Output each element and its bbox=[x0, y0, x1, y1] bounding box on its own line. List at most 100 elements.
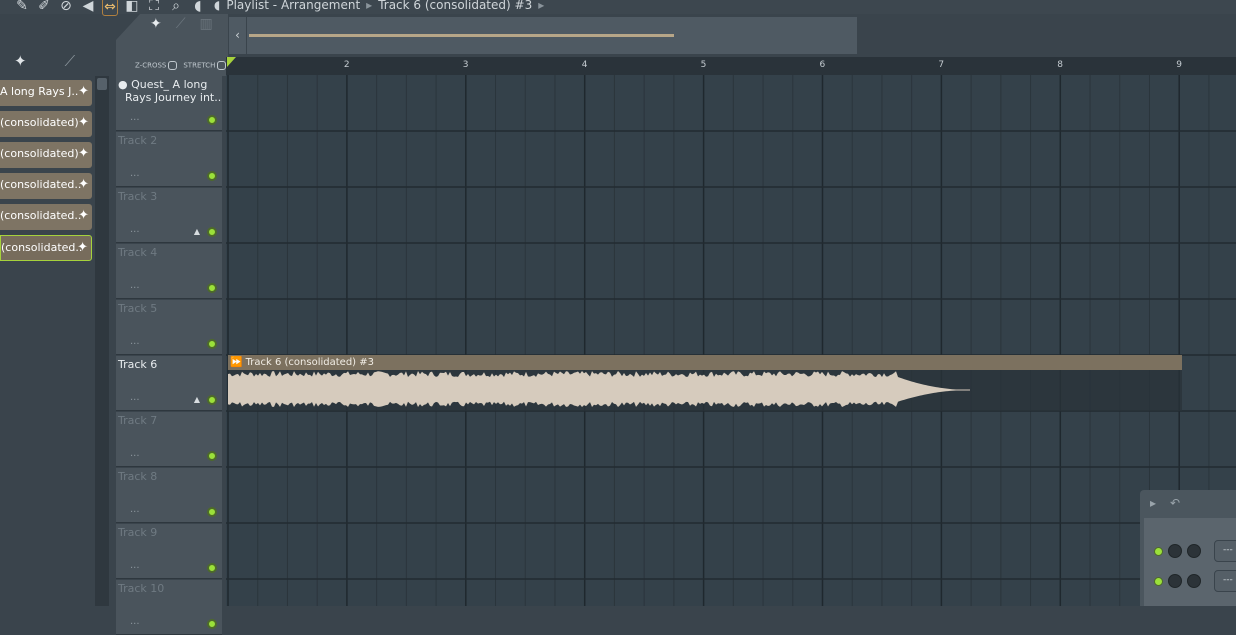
bar-number[interactable]: 2 bbox=[344, 60, 350, 70]
picker-clip-label: (consolidated) bbox=[0, 147, 79, 160]
track-options[interactable]: ... bbox=[130, 616, 140, 627]
track-name: Track 5 bbox=[118, 302, 158, 315]
track-options[interactable]: ... bbox=[130, 392, 140, 403]
track-options[interactable]: ... bbox=[130, 112, 140, 123]
bar-number[interactable]: 9 bbox=[1176, 60, 1182, 70]
effect-slot[interactable]: --- bbox=[1214, 540, 1236, 562]
track-mute-led[interactable] bbox=[207, 395, 217, 405]
track-mute-led[interactable] bbox=[207, 451, 217, 461]
track-header[interactable]: Track 7... bbox=[116, 412, 222, 467]
bar-number[interactable]: 3 bbox=[463, 60, 469, 70]
track-name: Track 3 bbox=[118, 190, 158, 203]
undo-icon[interactable]: ↶ bbox=[1170, 496, 1180, 510]
track-header[interactable]: ● Quest_ A long Rays Journey int..... bbox=[116, 76, 222, 131]
select-icon[interactable]: ⛶ bbox=[146, 0, 162, 16]
track-header[interactable]: Track 6... ▲ bbox=[116, 356, 222, 411]
breadcrumb-arrow-icon[interactable]: ▸ bbox=[538, 0, 544, 12]
track-options[interactable]: ... bbox=[130, 224, 140, 235]
audio-clip-icon[interactable]: ✦ bbox=[14, 52, 27, 70]
audio-clip-icon: ✦ bbox=[78, 115, 89, 130]
collapse-arrow-icon[interactable]: ▲ bbox=[194, 227, 200, 236]
track-header[interactable]: Track 3... ▲ bbox=[116, 188, 222, 243]
track-options[interactable]: ... bbox=[130, 280, 140, 291]
track-mute-led[interactable] bbox=[207, 227, 217, 237]
breadcrumb-arrow-icon: ▸ bbox=[366, 0, 373, 12]
mixer-row: --- bbox=[1154, 570, 1236, 592]
track-mute-led[interactable] bbox=[207, 563, 217, 573]
bar-number[interactable]: 6 bbox=[820, 60, 826, 70]
picker-clip[interactable]: (consolidated.. ✦ bbox=[0, 235, 92, 261]
stretch-label: STRETCH bbox=[183, 61, 216, 70]
timeline-ruler[interactable]: 2 3 4 5 6 7 8 9 bbox=[226, 57, 1236, 75]
scrollbar-thumb[interactable] bbox=[97, 78, 107, 90]
track-mute-led[interactable] bbox=[207, 115, 217, 125]
audio-clip-icon[interactable]: ✦ bbox=[150, 16, 162, 32]
mixer-slots: --- --- bbox=[1144, 518, 1236, 606]
chevron-left-icon[interactable]: ‹ bbox=[229, 17, 247, 54]
track-options[interactable]: ... bbox=[130, 448, 140, 459]
slot-led[interactable] bbox=[1154, 546, 1163, 556]
track-name: Track 10 bbox=[118, 582, 165, 595]
stretch-toggle[interactable]: STRETCH bbox=[183, 61, 227, 70]
track-mute-led[interactable] bbox=[207, 339, 217, 349]
audio-clip-icon: ✦ bbox=[78, 208, 89, 223]
playhead-marker-icon[interactable] bbox=[227, 57, 239, 69]
picker-clip[interactable]: A long Rays J.. ✦ bbox=[0, 80, 92, 106]
track-header[interactable]: Track 8... bbox=[116, 468, 222, 523]
clip-body[interactable] bbox=[228, 370, 1182, 411]
collapse-arrow-icon[interactable]: ▲ bbox=[194, 395, 200, 404]
slip-icon[interactable]: ⇔ bbox=[102, 0, 118, 16]
track-name: Track 2 bbox=[118, 134, 158, 147]
clip-header[interactable]: ⏩ Track 6 (consolidated) #3 bbox=[228, 355, 1182, 370]
clip-arrow-icon: ⏩ bbox=[230, 357, 246, 368]
bar-number[interactable]: 5 bbox=[701, 60, 707, 70]
track-mute-led[interactable] bbox=[207, 283, 217, 293]
clip-options: Z-CROSS STRETCH bbox=[135, 61, 227, 70]
zcross-checkbox[interactable] bbox=[168, 61, 178, 70]
slice-icon[interactable]: ◧ bbox=[124, 0, 140, 16]
playlist-overview[interactable]: ‹ bbox=[228, 16, 858, 55]
picker-clip-label: (consolidated.. bbox=[0, 209, 82, 222]
volume-knob[interactable] bbox=[1187, 574, 1201, 588]
track-name: Track 8 bbox=[118, 470, 158, 483]
track-header[interactable]: Track 2... bbox=[116, 132, 222, 187]
bar-number[interactable]: 7 bbox=[938, 60, 944, 70]
zcross-toggle[interactable]: Z-CROSS bbox=[135, 61, 178, 70]
automation-icon[interactable]: ⟋ bbox=[65, 52, 76, 70]
track-mute-led[interactable] bbox=[207, 171, 217, 181]
automation-icon[interactable]: ⟋ bbox=[176, 16, 186, 32]
picker-clip[interactable]: (consolidated) ✦ bbox=[0, 111, 92, 137]
track-mute-led[interactable] bbox=[207, 507, 217, 517]
picker-clip[interactable]: (consolidated.. ✦ bbox=[0, 173, 92, 199]
track-options[interactable]: ... bbox=[130, 168, 140, 179]
picker-clip-label: (consolidated.. bbox=[1, 241, 83, 254]
zoom-icon[interactable]: ⌕ bbox=[168, 0, 184, 16]
slot-led[interactable] bbox=[1154, 576, 1163, 586]
track-mute-led[interactable] bbox=[207, 619, 217, 629]
pan-knob[interactable] bbox=[1168, 544, 1182, 558]
effect-slot[interactable]: --- bbox=[1214, 570, 1236, 592]
track-header[interactable]: Track 5... bbox=[116, 300, 222, 355]
piano-icon[interactable]: ▥ bbox=[200, 16, 213, 32]
bar-number[interactable]: 4 bbox=[582, 60, 588, 70]
playlist-grid[interactable] bbox=[226, 75, 1236, 606]
playback-icon[interactable]: ◖ bbox=[190, 0, 206, 16]
track-options[interactable]: ... bbox=[130, 504, 140, 515]
picker-clip[interactable]: (consolidated) ✦ bbox=[0, 142, 92, 168]
track-options[interactable]: ... bbox=[130, 560, 140, 571]
overview-scroll-bar[interactable] bbox=[249, 34, 674, 37]
bar-number[interactable]: 8 bbox=[1057, 60, 1063, 70]
track-options[interactable]: ... bbox=[130, 336, 140, 347]
track-header[interactable]: Track 10... bbox=[116, 580, 222, 635]
audio-clip[interactable]: ⏩ Track 6 (consolidated) #3 bbox=[228, 355, 1182, 411]
track-header[interactable]: Track 4... bbox=[116, 244, 222, 299]
track-header[interactable]: Track 9... bbox=[116, 524, 222, 579]
info-icon: ● bbox=[118, 78, 132, 91]
play-arrow-icon[interactable]: ▸ bbox=[1150, 496, 1156, 510]
picker-clip[interactable]: (consolidated.. ✦ bbox=[0, 204, 92, 230]
track-name: Track 6 bbox=[118, 358, 158, 371]
clip-waveform bbox=[228, 371, 970, 408]
pan-knob[interactable] bbox=[1168, 574, 1182, 588]
picker-scrollbar[interactable] bbox=[95, 76, 109, 606]
volume-knob[interactable] bbox=[1187, 544, 1201, 558]
